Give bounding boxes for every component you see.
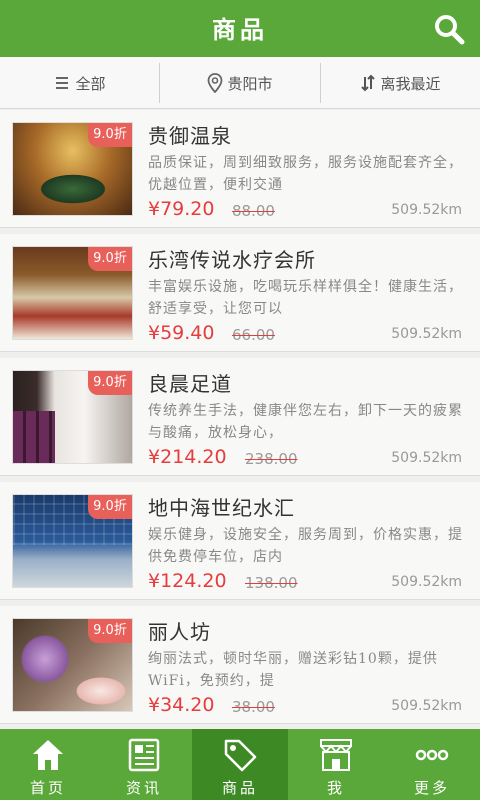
discount-badge: 9.0折: [88, 247, 132, 271]
discount-badge: 9.0折: [88, 371, 132, 395]
tab-home[interactable]: 首页: [0, 729, 96, 800]
tab-label: 更多: [413, 779, 450, 797]
tab-news[interactable]: 资讯: [96, 729, 192, 800]
filter-bar: 全部 贵阳市 离我最近: [0, 57, 480, 109]
discount-badge: 9.0折: [88, 123, 132, 147]
product-price: ¥59.40: [148, 322, 215, 344]
title-bar: 商品: [0, 0, 480, 57]
bottom-tab-bar: 首页 资讯 商品 我 更多: [0, 729, 480, 800]
distance: 509.52km: [391, 574, 462, 590]
shop-icon: [320, 739, 352, 771]
original-price: 66.00: [232, 326, 275, 344]
tab-products[interactable]: 商品: [192, 729, 288, 800]
distance: 509.52km: [391, 450, 462, 466]
news-icon: [128, 738, 160, 772]
sort-filter[interactable]: 离我最近: [321, 57, 480, 109]
product-card[interactable]: 9.0折 丽人坊 绚丽法式，顿时华丽，赠送彩钻10颗，提供WiFi，免预约，提 …: [0, 606, 480, 724]
tab-label: 首页: [29, 779, 66, 797]
more-icon: [415, 749, 449, 761]
tab-more[interactable]: 更多: [384, 729, 480, 800]
tab-label: 资讯: [125, 779, 162, 797]
category-filter[interactable]: 全部: [0, 57, 159, 109]
original-price: 238.00: [245, 450, 298, 468]
sort-arrows-icon: [361, 74, 376, 92]
product-price: ¥34.20: [148, 694, 215, 716]
product-card[interactable]: 9.0折 乐湾传说水疗会所 丰富娱乐设施，吃喝玩乐样样俱全！健康生活，舒适享受，…: [0, 234, 480, 352]
product-card[interactable]: 9.0折 贵御温泉 品质保证，周到细致服务，服务设施配套齐全，优越位置，便利交通…: [0, 110, 480, 228]
list-icon: [56, 77, 69, 89]
product-name: 地中海世纪水汇: [148, 496, 295, 520]
discount-badge: 9.0折: [88, 495, 132, 519]
product-price: ¥124.20: [148, 570, 227, 592]
city-filter[interactable]: 贵阳市: [160, 57, 320, 109]
product-card[interactable]: 9.0折 良晨足道 传统养生手法，健康伴您左右，卸下一天的疲累与酸痛，放松身心，…: [0, 358, 480, 476]
product-name: 丽人坊: [148, 620, 211, 644]
location-pin-icon: [208, 73, 223, 93]
original-price: 38.00: [232, 698, 275, 716]
product-description: 传统养生手法，健康伴您左右，卸下一天的疲累与酸痛，放松身心，: [148, 403, 463, 441]
category-filter-label: 全部: [75, 74, 106, 93]
product-price: ¥214.20: [148, 446, 227, 468]
tab-label: 我: [326, 779, 345, 797]
search-icon[interactable]: [432, 12, 466, 46]
product-name: 良晨足道: [148, 372, 232, 396]
product-thumbnail: 9.0折: [12, 246, 133, 340]
tag-icon: [224, 739, 257, 772]
tab-me[interactable]: 我: [288, 729, 384, 800]
product-description: 丰富娱乐设施，吃喝玩乐样样俱全！健康生活，舒适享受，让您可以: [148, 279, 463, 317]
product-price: ¥79.20: [148, 198, 215, 220]
distance: 509.52km: [391, 202, 462, 218]
product-thumbnail: 9.0折: [12, 494, 133, 588]
product-card[interactable]: 9.0折 地中海世纪水汇 娱乐健身，设施安全，服务周到，价格实惠，提供免费停车位…: [0, 482, 480, 600]
city-filter-label: 贵阳市: [227, 74, 273, 93]
page-title: 商品: [212, 15, 268, 44]
product-thumbnail: 9.0折: [12, 370, 133, 464]
product-thumbnail: 9.0折: [12, 122, 133, 216]
distance: 509.52km: [391, 326, 462, 342]
discount-badge: 9.0折: [88, 619, 132, 643]
distance: 509.52km: [391, 698, 462, 714]
product-name: 贵御温泉: [148, 124, 232, 148]
product-name: 乐湾传说水疗会所: [148, 248, 316, 272]
sort-filter-label: 离我最近: [380, 74, 441, 93]
product-thumbnail: 9.0折: [12, 618, 133, 712]
original-price: 138.00: [245, 574, 298, 592]
product-description: 品质保证，周到细致服务，服务设施配套齐全，优越位置，便利交通: [148, 155, 463, 193]
original-price: 88.00: [232, 202, 275, 220]
tab-label: 商品: [221, 779, 258, 797]
product-description: 绚丽法式，顿时华丽，赠送彩钻10颗，提供WiFi，免预约，提: [148, 651, 438, 689]
product-description: 娱乐健身，设施安全，服务周到，价格实惠，提供免费停车位，店内: [148, 527, 463, 565]
home-icon: [33, 740, 63, 770]
